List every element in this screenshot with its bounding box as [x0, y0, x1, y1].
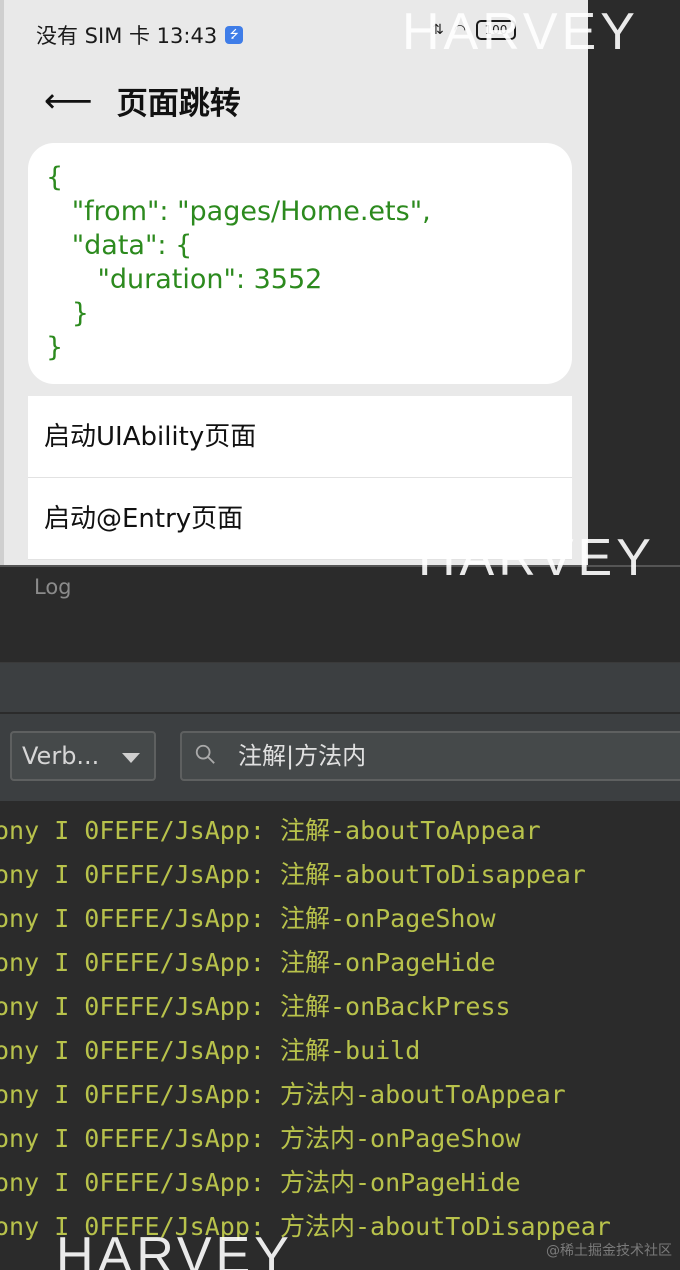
log-level-select[interactable]: Verb...	[10, 731, 156, 781]
toolbar-row-2	[0, 663, 680, 713]
phone-screen: 没有 SIM 卡 13:43 ⭍ ⇅ ◠ 100 ⟵ 页面跳转 { "from"…	[0, 0, 588, 565]
watermark-top: HARVEY	[402, 3, 639, 61]
json-display: { "from": "pages/Home.ets", "data": { "d…	[28, 143, 572, 384]
toolbar-row	[0, 619, 680, 663]
background-panel	[588, 0, 680, 565]
list-item-start-uiability[interactable]: 启动UIAbility页面	[28, 396, 572, 478]
log-line: ony I 0FEFE/JsApp: 注解-onPageShow	[0, 904, 496, 933]
title-bar: ⟵ 页面跳转	[44, 78, 241, 123]
log-panel: Log Verb... 注解|方法内 ony I 0FEFE/JsApp: 注解…	[0, 565, 680, 1270]
back-arrow-icon[interactable]: ⟵	[44, 84, 93, 118]
log-line: ony I 0FEFE/JsApp: 方法内-onPageShow	[0, 1124, 521, 1153]
usb-icon: ⭍	[225, 26, 244, 44]
log-line: ony I 0FEFE/JsApp: 方法内-onPageHide	[0, 1168, 521, 1197]
log-level-value: Verb...	[22, 742, 100, 770]
search-icon	[195, 744, 215, 764]
screenshot-root: 没有 SIM 卡 13:43 ⭍ ⇅ ◠ 100 ⟵ 页面跳转 { "from"…	[0, 0, 680, 1270]
page-title: 页面跳转	[116, 86, 241, 122]
chevron-down-icon	[122, 753, 140, 763]
watermark-bottom: HARVEY	[56, 1227, 293, 1270]
log-line: ony I 0FEFE/JsApp: 注解-aboutToAppear	[0, 816, 541, 845]
search-value: 注解|方法内	[238, 742, 367, 770]
log-line: ony I 0FEFE/JsApp: 注解-onPageHide	[0, 948, 496, 977]
log-line: ony I 0FEFE/JsApp: 注解-aboutToDisappear	[0, 860, 586, 889]
site-credit: @稀土掘金技术社区	[546, 1243, 672, 1259]
log-line: ony I 0FEFE/JsApp: 注解-build	[0, 1036, 421, 1065]
carrier-time: 没有 SIM 卡 13:43	[36, 24, 218, 48]
status-bar: 没有 SIM 卡 13:43 ⭍	[36, 20, 244, 50]
log-search-input[interactable]: 注解|方法内	[180, 731, 680, 781]
log-output: ony I 0FEFE/JsApp: 注解-aboutToAppear ony …	[0, 801, 680, 1249]
filter-bar: Verb... 注解|方法内	[0, 713, 680, 801]
watermark-middle: HARVEY	[418, 529, 655, 587]
log-line: ony I 0FEFE/JsApp: 注解-onBackPress	[0, 992, 511, 1021]
log-line: ony I 0FEFE/JsApp: 方法内-aboutToAppear	[0, 1080, 566, 1109]
tab-log[interactable]: Log	[34, 575, 72, 599]
